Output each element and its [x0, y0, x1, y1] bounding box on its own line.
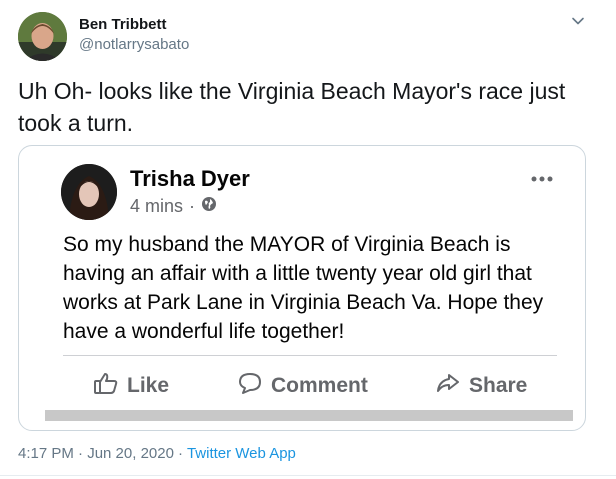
- share-label: Share: [469, 374, 528, 397]
- author-avatar[interactable]: [18, 12, 67, 61]
- embedded-post-time: 4 mins: [130, 196, 184, 216]
- author-handle[interactable]: @notlarrysabato: [79, 36, 189, 53]
- embedded-author-avatar: [61, 164, 117, 220]
- meta-separator: ·: [177, 445, 183, 462]
- meta-separator: ·: [189, 196, 196, 216]
- like-label: Like: [127, 374, 170, 397]
- share-arrow-icon: [435, 371, 469, 401]
- embedded-author-name: Trisha Dyer: [130, 166, 250, 191]
- divider: [0, 475, 616, 476]
- globe-icon: [201, 196, 217, 217]
- embedded-post-meta: 4 mins ·: [130, 196, 217, 217]
- like-button[interactable]: Like: [93, 366, 169, 406]
- tweet: Ben Tribbett @notlarrysabato Uh Oh- look…: [0, 0, 616, 479]
- horizontal-scrollbar[interactable]: [45, 410, 573, 421]
- share-button[interactable]: Share: [435, 366, 527, 406]
- embedded-facebook-post[interactable]: Trisha Dyer 4 mins · So my husband the M…: [18, 145, 586, 431]
- comment-label: Comment: [271, 374, 368, 397]
- tweet-source-link[interactable]: Twitter Web App: [187, 445, 296, 462]
- embedded-post-text: So my husband the MAYOR of Virginia Beac…: [63, 233, 544, 343]
- comment-icon: [237, 371, 271, 401]
- comment-button[interactable]: Comment: [237, 366, 368, 406]
- author-name[interactable]: Ben Tribbett: [79, 16, 167, 33]
- tweet-text: Uh Oh- looks like the Virginia Beach May…: [18, 78, 566, 136]
- tweet-timestamp[interactable]: 4:17 PM · Jun 20, 2020: [18, 445, 174, 462]
- more-options-icon[interactable]: [529, 172, 555, 184]
- chevron-down-icon[interactable]: [570, 13, 586, 29]
- thumbs-up-icon: [93, 371, 127, 401]
- divider: [63, 355, 557, 356]
- tweet-meta: 4:17 PM · Jun 20, 2020 · Twitter Web App: [18, 445, 296, 462]
